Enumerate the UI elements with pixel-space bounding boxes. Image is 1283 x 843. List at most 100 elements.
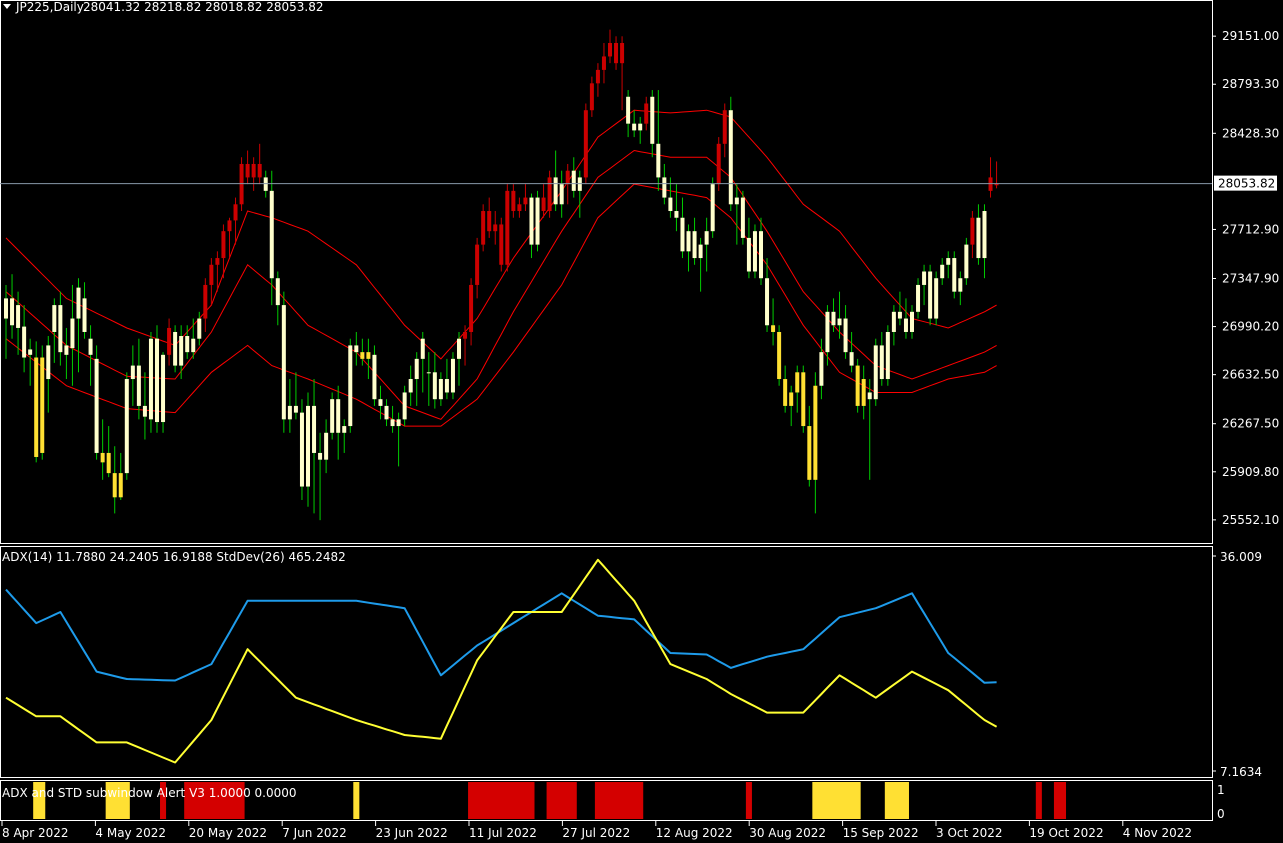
- candle-body: [650, 96, 655, 144]
- price-tick-label: 27712.90: [1222, 222, 1279, 236]
- candle-body: [348, 345, 353, 427]
- ohlc-values: 28041.32 28218.82 28018.82 28053.82: [83, 0, 323, 14]
- candle: [535, 190, 540, 252]
- candle: [299, 399, 304, 500]
- candle-body: [819, 352, 824, 386]
- candle-body: [601, 56, 606, 70]
- candle-body: [891, 311, 896, 332]
- time-tick-label: 7 Jun 2022: [282, 826, 347, 840]
- candle: [348, 338, 353, 433]
- candle-body: [450, 358, 455, 393]
- time-tick-label: 27 Jul 2022: [562, 826, 630, 840]
- candle-body: [837, 318, 842, 326]
- candle: [281, 291, 286, 433]
- candle-body: [88, 338, 93, 355]
- candle-body: [463, 331, 468, 339]
- candle-body: [112, 473, 117, 498]
- candle-body: [136, 365, 141, 406]
- time-tick-label: 8 Apr 2022: [2, 826, 69, 840]
- candle-body: [529, 197, 534, 245]
- candle-body: [263, 177, 268, 191]
- candle-body: [124, 379, 129, 474]
- candle-body: [571, 170, 576, 191]
- candle-body: [626, 96, 631, 124]
- candle-body: [312, 405, 317, 453]
- alert-bar-red: [468, 782, 535, 819]
- candle-body: [843, 318, 848, 353]
- candle-body: [324, 432, 329, 460]
- candle: [505, 184, 510, 272]
- time-tick-label: 12 Aug 2022: [656, 826, 733, 840]
- candle: [34, 341, 39, 463]
- candle-body: [215, 258, 220, 265]
- candle: [450, 352, 455, 400]
- candle: [934, 271, 939, 326]
- candle-body: [233, 204, 238, 221]
- candle: [964, 237, 969, 285]
- candle: [161, 352, 166, 433]
- candle-body: [354, 345, 359, 353]
- candle: [928, 264, 933, 326]
- candle-body: [547, 177, 552, 212]
- time-tick-label: 4 May 2022: [95, 826, 166, 840]
- candle-body: [595, 69, 600, 84]
- candle-body: [620, 43, 625, 64]
- candle: [728, 96, 733, 212]
- candle-body: [728, 110, 733, 205]
- candle: [239, 157, 244, 212]
- candle-body: [873, 345, 878, 400]
- candle-body: [408, 379, 413, 393]
- candle-body: [535, 197, 540, 245]
- alert-indicator-label: ADX and STD subwindow Alert V3 1.0000 0.…: [2, 786, 297, 800]
- candle-body: [197, 318, 202, 339]
- candle-body: [946, 258, 951, 265]
- candle-body: [420, 338, 425, 359]
- alert-bar-red: [745, 782, 752, 819]
- candle-body: [275, 278, 280, 306]
- candle-body: [155, 338, 159, 423]
- candle: [716, 137, 721, 191]
- candle-body: [783, 379, 788, 406]
- candle-body: [795, 372, 800, 393]
- candle-body: [855, 365, 860, 406]
- time-tick-label: 15 Sep 2022: [843, 826, 919, 840]
- candle-body: [64, 345, 69, 355]
- candle-body: [438, 379, 443, 400]
- candle-body: [76, 287, 81, 319]
- candle-body: [227, 220, 232, 232]
- candle-body: [28, 349, 33, 355]
- candle-body: [589, 83, 594, 111]
- candle-body: [849, 352, 854, 366]
- candle-body: [656, 143, 661, 178]
- candle-body: [432, 372, 437, 400]
- candle: [499, 217, 504, 272]
- candle-body: [746, 237, 751, 272]
- candle-body: [885, 331, 890, 380]
- candle-body: [100, 452, 105, 463]
- candle-body: [161, 354, 166, 423]
- candle: [777, 325, 782, 386]
- candle-body: [964, 244, 969, 279]
- candle-body: [360, 352, 365, 359]
- candle-body: [765, 278, 770, 326]
- candle-body: [614, 43, 619, 64]
- alert-bar-red: [1035, 782, 1042, 819]
- candle: [94, 345, 99, 460]
- candle: [330, 392, 335, 440]
- candle: [885, 325, 890, 386]
- trading-chart[interactable]: JP225,Daily 28041.32 28218.82 28018.82 2…: [0, 0, 1283, 843]
- candle-body: [825, 311, 830, 353]
- candle-body: [928, 271, 933, 319]
- candle-body: [58, 305, 63, 353]
- candle: [873, 338, 878, 406]
- candle-body: [807, 426, 812, 480]
- time-tick-label: 3 Oct 2022: [936, 826, 1003, 840]
- candle-body: [118, 473, 123, 498]
- candle-body: [287, 405, 292, 420]
- candle-body: [541, 197, 546, 212]
- adx-stddev-label: ADX(14) 11.7880 24.2405 16.9188 StdDev(2…: [2, 550, 346, 564]
- indicator-axis-top: 36.009: [1220, 550, 1262, 564]
- price-tick-label: 27347.90: [1222, 272, 1279, 286]
- candle: [173, 325, 178, 373]
- candle-body: [879, 345, 884, 380]
